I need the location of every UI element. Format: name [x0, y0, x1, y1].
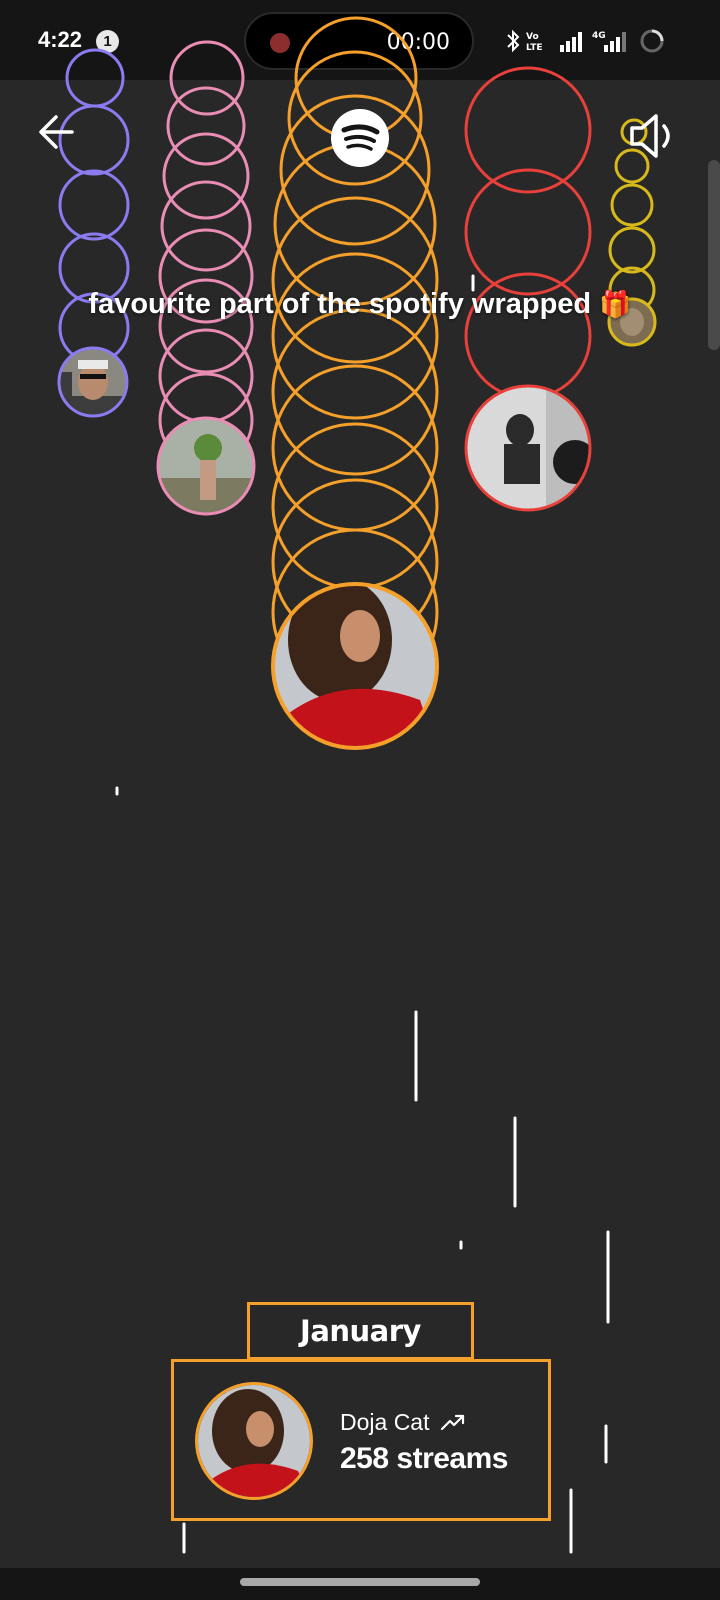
trending-up-icon — [440, 1414, 464, 1431]
home-indicator[interactable] — [240, 1578, 480, 1586]
gesture-nav-bar — [0, 1568, 720, 1600]
artist-avatar-3 — [271, 582, 439, 750]
top-artist-card: Doja Cat 258 streams — [171, 1359, 551, 1521]
caption-text: favourite part of the spotify wrapped — [88, 288, 592, 320]
back-arrow-icon[interactable] — [36, 112, 76, 152]
artist-avatar-1 — [57, 346, 129, 418]
artist-name-text: Doja Cat — [340, 1409, 430, 1435]
video-caption: favourite part of the spotify wrapped 🎁 — [0, 288, 720, 321]
bubble-column-2 — [158, 40, 254, 468]
speaker-icon[interactable] — [626, 108, 682, 164]
artist-avatar-4 — [464, 384, 592, 512]
artist-name: Doja Cat — [340, 1409, 466, 1436]
artist-avatar — [195, 1382, 313, 1500]
scrollbar[interactable] — [708, 160, 720, 350]
month-label: January — [247, 1302, 474, 1360]
gift-emoji: 🎁 — [599, 289, 632, 319]
artist-avatar-2 — [156, 416, 256, 516]
stream-count: 258 streams — [340, 1442, 508, 1475]
bubble-column-4 — [464, 66, 592, 400]
spotify-logo-icon — [331, 109, 389, 167]
